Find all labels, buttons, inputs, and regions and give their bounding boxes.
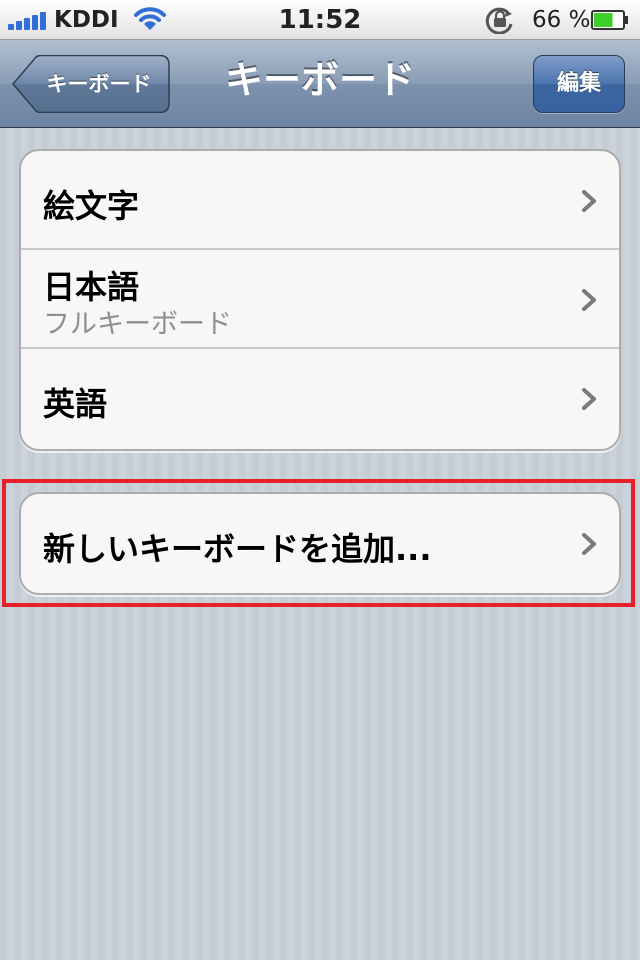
status-bar: KDDI 11:52 66 % bbox=[0, 0, 640, 40]
add-keyboard-label: 新しいキーボードを追加... bbox=[43, 530, 432, 568]
keyboard-row-title: 絵文字 bbox=[43, 187, 140, 225]
keyboard-row-japanese[interactable]: 日本語 フルキーボード bbox=[21, 250, 619, 349]
navigation-bar: キーボード キーボード 編集 bbox=[0, 40, 640, 128]
battery-icon bbox=[591, 10, 628, 30]
add-keyboard-row[interactable]: 新しいキーボードを追加... bbox=[21, 494, 619, 593]
keyboard-list: 絵文字 日本語 フルキーボード 英語 bbox=[19, 149, 621, 451]
chevron-right-icon bbox=[582, 289, 596, 311]
chevron-right-icon bbox=[582, 388, 596, 410]
battery-percent: 66 % bbox=[532, 7, 591, 33]
edit-button[interactable]: 編集 bbox=[533, 55, 625, 113]
page-title: キーボード bbox=[224, 58, 415, 102]
keyboard-row-subtitle: フルキーボード bbox=[43, 309, 232, 340]
back-button[interactable]: キーボード bbox=[12, 55, 170, 113]
keyboard-row-english[interactable]: 英語 bbox=[21, 349, 619, 448]
rotation-lock-icon bbox=[485, 7, 513, 34]
chevron-right-icon bbox=[582, 190, 596, 212]
keyboard-row-emoji[interactable]: 絵文字 bbox=[21, 151, 619, 250]
keyboard-row-title: 英語 bbox=[43, 385, 108, 423]
add-keyboard-group: 新しいキーボードを追加... bbox=[19, 492, 621, 595]
back-button-label: キーボード bbox=[46, 72, 152, 96]
chevron-right-icon bbox=[582, 533, 596, 555]
